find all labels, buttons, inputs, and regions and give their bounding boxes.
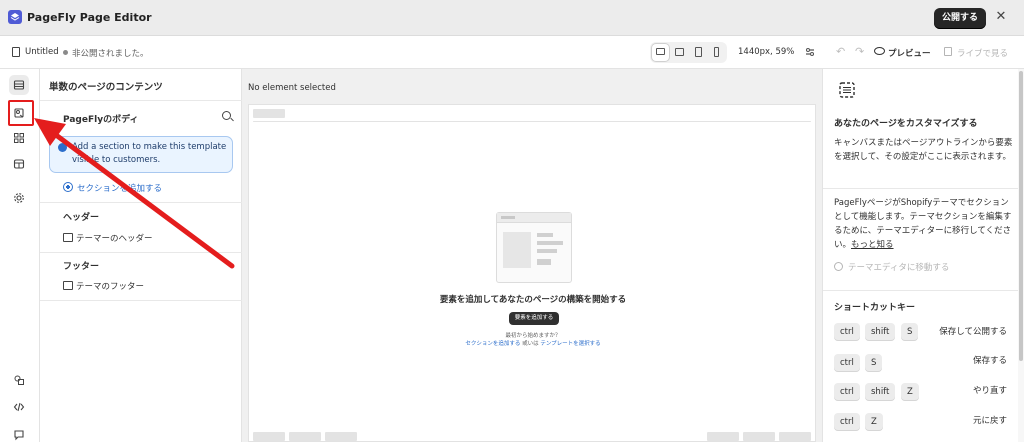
editor-window: PageFly Page Editor 公開する ✕ Untitled 非公開さ… [0, 0, 1024, 442]
annotation-arrow [34, 118, 235, 269]
